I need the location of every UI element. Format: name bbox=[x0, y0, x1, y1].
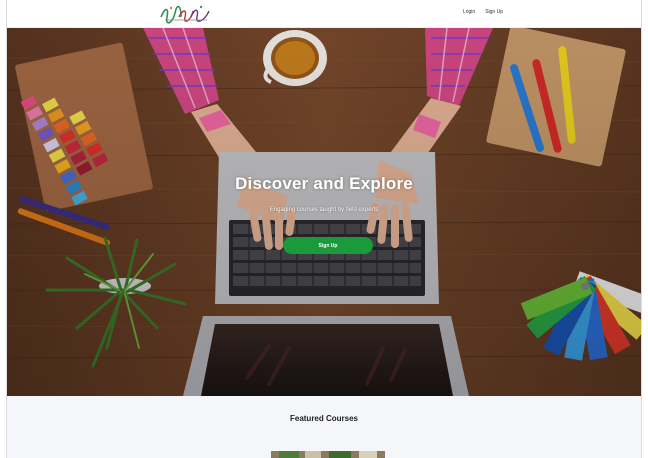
nav-links: Login Sign Up bbox=[463, 9, 503, 15]
nav-login-link[interactable]: Login bbox=[463, 9, 475, 15]
featured-courses-title: Featured Courses bbox=[289, 414, 359, 423]
hero-subtitle: Engaging courses taught by field experts bbox=[269, 207, 379, 213]
frame-border-right bbox=[641, 0, 642, 458]
nav-signup-link[interactable]: Sign Up bbox=[485, 9, 503, 15]
page: Login Sign Up Discover and Explore Engag… bbox=[0, 0, 648, 458]
featured-courses-section: Featured Courses bbox=[7, 396, 641, 458]
hero-title: Discover and Explore bbox=[235, 174, 413, 193]
script-logo-icon[interactable] bbox=[157, 3, 215, 25]
hero-signup-button[interactable]: Sign Up bbox=[283, 237, 373, 254]
hero-section: Discover and Explore Engaging courses ta… bbox=[7, 28, 641, 396]
course-card-thumbnail[interactable] bbox=[271, 448, 385, 458]
navbar: Login Sign Up bbox=[7, 0, 641, 28]
